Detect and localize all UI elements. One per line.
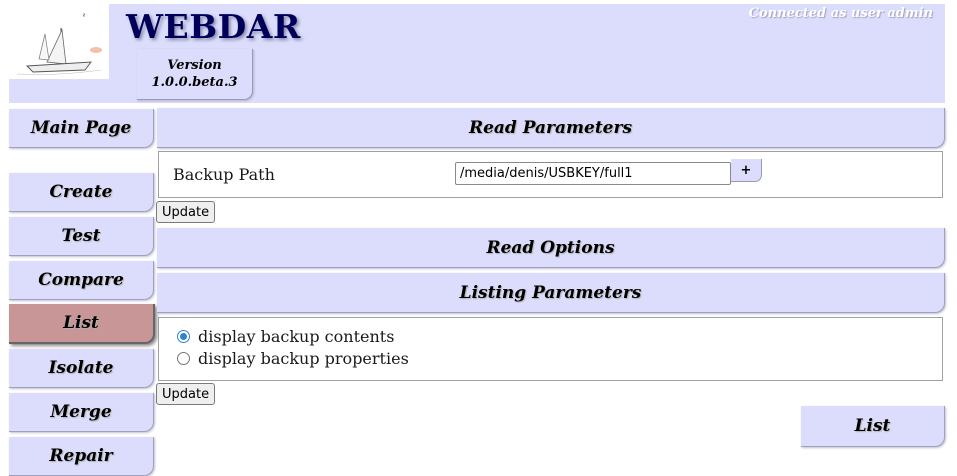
menu-compare[interactable]: Compare	[9, 261, 154, 300]
menu-label: List	[63, 313, 99, 333]
sailboat-icon	[9, 4, 109, 79]
list-action-label: List	[854, 416, 891, 436]
add-path-button[interactable]: +	[731, 159, 762, 182]
radio-unselected-icon[interactable]	[177, 352, 190, 365]
radio-label: display backup properties	[198, 349, 409, 368]
menu-label: Main Page	[30, 118, 132, 138]
update-read-parameters-button[interactable]: Update	[156, 201, 216, 223]
backup-path-input[interactable]	[455, 162, 731, 185]
menu-isolate[interactable]: Isolate	[9, 349, 154, 388]
backup-path-label: Backup Path	[173, 165, 275, 184]
menu-test[interactable]: Test	[9, 217, 154, 256]
radio-display-backup-properties[interactable]: display backup properties	[177, 349, 409, 368]
section-title: Read Parameters	[468, 117, 633, 138]
menu-create[interactable]: Create	[9, 173, 154, 212]
version-number: 1.0.0.beta.3	[151, 75, 238, 90]
radio-display-backup-contents[interactable]: display backup contents	[177, 327, 394, 346]
read-parameters-panel: Backup Path +	[158, 151, 943, 198]
version-box: Version 1.0.0.beta.3	[137, 49, 253, 100]
radio-label: display backup contents	[198, 327, 395, 346]
section-title: Listing Parameters	[459, 282, 642, 303]
menu-label: Create	[49, 182, 113, 202]
section-title: Read Options	[486, 237, 615, 258]
list-action-button[interactable]: List	[801, 406, 945, 447]
listing-parameters-panel: display backup contents display backup p…	[158, 317, 943, 381]
version-label: Version	[167, 58, 222, 73]
menu-main-page[interactable]: Main Page	[9, 109, 154, 148]
menu-list[interactable]: List	[9, 304, 155, 344]
radio-selected-icon[interactable]	[177, 330, 190, 343]
menu-merge[interactable]: Merge	[9, 393, 154, 432]
menu-repair[interactable]: Repair	[9, 437, 154, 476]
menu-label: Repair	[49, 446, 113, 466]
menu-label: Compare	[38, 270, 124, 290]
read-parameters-header[interactable]: Read Parameters	[157, 108, 945, 148]
update-listing-parameters-button[interactable]: Update	[156, 383, 216, 405]
listing-parameters-header[interactable]: Listing Parameters	[157, 273, 945, 313]
app-title: WEBDAR	[126, 7, 301, 46]
read-options-header[interactable]: Read Options	[157, 228, 945, 268]
menu-label: Merge	[50, 402, 112, 422]
menu-label: Test	[61, 226, 101, 246]
menu-label: Isolate	[48, 358, 114, 378]
connected-user-text: Connected as user admin	[748, 6, 933, 21]
